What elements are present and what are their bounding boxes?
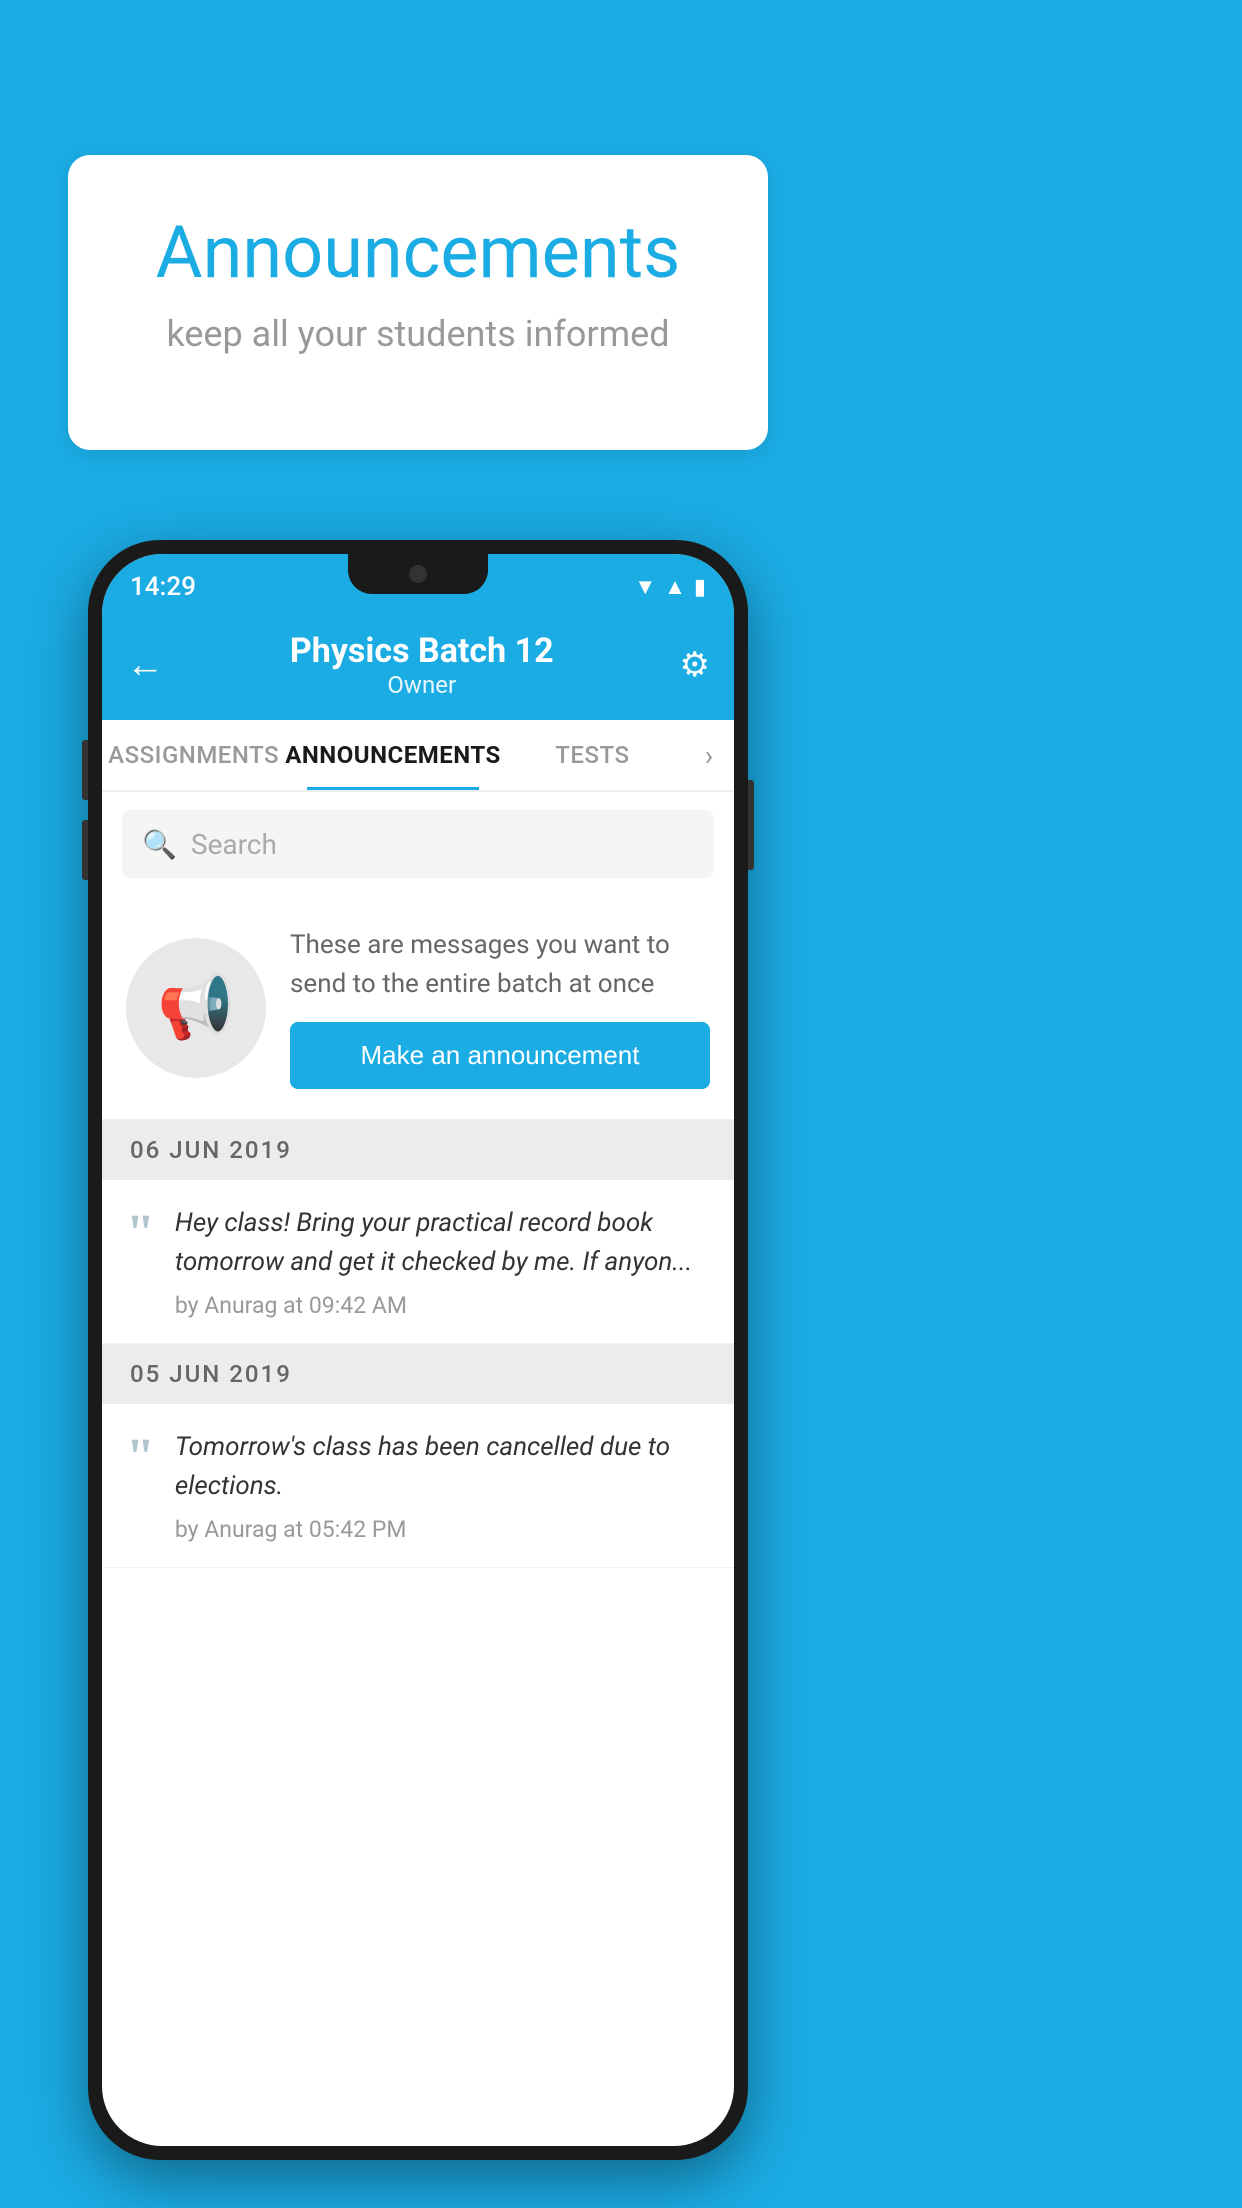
bubble-subtitle: keep all your students informed [128, 313, 708, 355]
quote-icon-1: " [126, 1208, 155, 1260]
tabs-bar: ASSIGNMENTS ANNOUNCEMENTS TESTS › [102, 720, 734, 792]
camera-dot [409, 565, 427, 583]
back-button[interactable]: ← [126, 643, 164, 687]
volume-down-button [82, 820, 88, 880]
status-time: 14:29 [130, 572, 196, 602]
search-bar[interactable]: 🔍 Search [122, 810, 714, 878]
make-announcement-button[interactable]: Make an announcement [290, 1022, 710, 1089]
prompt-right: These are messages you want to send to t… [290, 926, 710, 1089]
phone-mockup: 14:29 ▼ ▲ ▮ ← Physics Batch 12 Owner ⚙ [88, 540, 748, 2160]
wifi-icon: ▼ [634, 574, 656, 600]
search-icon: 🔍 [142, 828, 177, 861]
megaphone-circle: 📢 [126, 938, 266, 1078]
speech-bubble: Announcements keep all your students inf… [68, 155, 768, 450]
announcement-content-2: Tomorrow's class has been cancelled due … [175, 1428, 710, 1543]
quote-icon-2: " [126, 1432, 155, 1484]
announcement-text-2: Tomorrow's class has been cancelled due … [175, 1428, 710, 1506]
tab-more[interactable]: › [684, 739, 734, 772]
phone-screen: 14:29 ▼ ▲ ▮ ← Physics Batch 12 Owner ⚙ [102, 554, 734, 2146]
announcement-text-1: Hey class! Bring your practical record b… [175, 1204, 710, 1282]
notch [348, 554, 488, 594]
search-container: 🔍 Search [102, 792, 734, 896]
power-button [748, 780, 754, 870]
announcement-item-2[interactable]: " Tomorrow's class has been cancelled du… [102, 1404, 734, 1568]
announcement-meta-1: by Anurag at 09:42 AM [175, 1292, 710, 1319]
announcement-meta-2: by Anurag at 05:42 PM [175, 1516, 710, 1543]
prompt-description: These are messages you want to send to t… [290, 926, 710, 1004]
date-separator-1: 06 JUN 2019 [102, 1120, 734, 1180]
batch-name: Physics Batch 12 [290, 631, 554, 671]
bubble-title: Announcements [128, 210, 708, 295]
tab-assignments[interactable]: ASSIGNMENTS [102, 720, 285, 790]
app-header: ← Physics Batch 12 Owner ⚙ [102, 610, 734, 720]
announcement-content-1: Hey class! Bring your practical record b… [175, 1204, 710, 1319]
phone-outer: 14:29 ▼ ▲ ▮ ← Physics Batch 12 Owner ⚙ [88, 540, 748, 2160]
tab-announcements[interactable]: ANNOUNCEMENTS [285, 720, 501, 790]
announcement-item-1[interactable]: " Hey class! Bring your practical record… [102, 1180, 734, 1344]
announcement-prompt: 📢 These are messages you want to send to… [102, 896, 734, 1120]
user-role: Owner [290, 671, 554, 699]
search-input[interactable]: Search [191, 828, 277, 861]
speech-bubble-container: Announcements keep all your students inf… [68, 155, 768, 450]
signal-icon: ▲ [664, 574, 686, 600]
megaphone-icon: 📢 [157, 971, 234, 1044]
tab-tests[interactable]: TESTS [501, 720, 684, 790]
header-center: Physics Batch 12 Owner [290, 631, 554, 699]
battery-icon: ▮ [694, 575, 706, 600]
status-icons: ▼ ▲ ▮ [634, 574, 706, 600]
date-separator-2: 05 JUN 2019 [102, 1344, 734, 1404]
settings-icon[interactable]: ⚙ [680, 645, 710, 685]
volume-up-button [82, 740, 88, 800]
